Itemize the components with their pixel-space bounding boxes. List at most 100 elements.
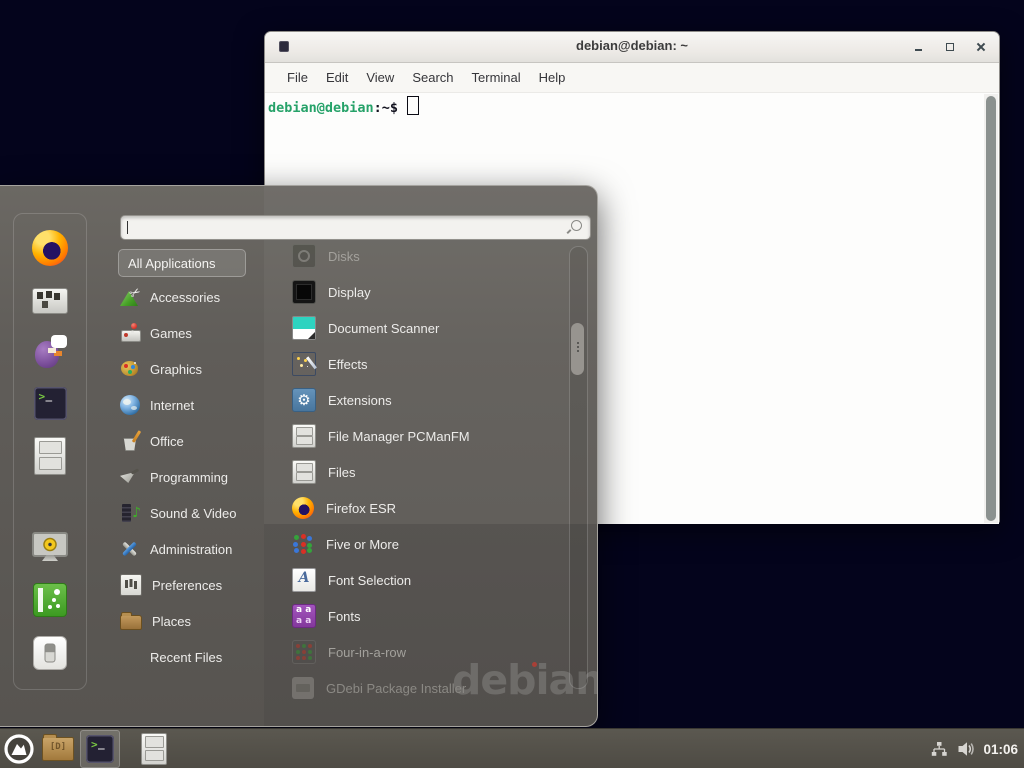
file-manager-window-button[interactable]: [134, 730, 174, 768]
taskbar: 01:06: [0, 728, 1024, 768]
shell-prompt: debian@debian:~$: [268, 96, 419, 116]
app-five-or-more[interactable]: Five or More: [282, 526, 568, 562]
power-off-icon: [33, 636, 67, 670]
category-places[interactable]: Places: [114, 603, 274, 639]
games-icon: [120, 323, 140, 343]
administration-icon: [120, 539, 140, 559]
firefox-icon: [292, 497, 314, 519]
category-office[interactable]: Office: [114, 423, 274, 459]
category-all-applications[interactable]: All Applications: [118, 249, 246, 277]
category-graphics[interactable]: Graphics: [114, 351, 274, 387]
extensions-icon: [292, 388, 316, 412]
five-or-more-icon: [292, 533, 314, 555]
category-games[interactable]: Games: [114, 315, 274, 351]
graphics-icon: [120, 359, 140, 379]
text-caret: [127, 221, 128, 234]
terminal-icon: [86, 735, 114, 763]
menu-search[interactable]: Search: [403, 70, 462, 85]
app-disks[interactable]: Disks: [282, 238, 568, 274]
file-cabinet-icon: [292, 424, 316, 448]
category-label: All Applications: [128, 256, 215, 271]
minimize-icon[interactable]: [913, 41, 925, 53]
app-display[interactable]: Display: [282, 274, 568, 310]
preferences-icon: [120, 574, 142, 596]
search-icon: [571, 220, 582, 231]
terminal-scrollbar-thumb[interactable]: [986, 96, 996, 521]
gdebi-icon: [292, 677, 314, 699]
places-icon: [120, 615, 142, 630]
menu-help[interactable]: Help: [530, 70, 575, 85]
pidgin-icon: [33, 333, 67, 369]
app-extensions[interactable]: Extensions: [282, 382, 568, 418]
programming-icon: [120, 467, 140, 487]
favorite-firefox[interactable]: [14, 230, 86, 266]
app-gdebi-package-installer[interactable]: GDebi Package Installer: [282, 670, 568, 706]
app-fonts[interactable]: Fonts: [282, 598, 568, 634]
volume-icon[interactable]: [956, 739, 976, 759]
terminal-window-button[interactable]: [80, 730, 120, 768]
sound-video-icon: [120, 503, 140, 523]
application-list: Disks Display Document Scanner Effects E…: [282, 238, 568, 706]
category-internet[interactable]: Internet: [114, 387, 274, 423]
terminal-window-title: debian@debian: ~: [265, 38, 999, 53]
favorite-menu-editor[interactable]: [14, 288, 86, 314]
category-list: Accessories Games Graphics Internet Offi…: [114, 279, 274, 675]
category-preferences[interactable]: Preferences: [114, 567, 274, 603]
folder-icon: [42, 737, 74, 761]
folder-launcher[interactable]: [38, 730, 78, 768]
maximize-icon[interactable]: [944, 41, 956, 53]
file-cabinet-icon: [292, 460, 316, 484]
favorites-column: [13, 213, 87, 690]
menu-file[interactable]: File: [278, 70, 317, 85]
menu-scrollbar[interactable]: [569, 246, 588, 689]
menu-terminal[interactable]: Terminal: [463, 70, 530, 85]
log-out-icon: [33, 583, 67, 617]
app-effects[interactable]: Effects: [282, 346, 568, 382]
menu-view[interactable]: View: [357, 70, 403, 85]
menu-edit[interactable]: Edit: [317, 70, 357, 85]
search-input[interactable]: [120, 215, 591, 240]
app-document-scanner[interactable]: Document Scanner: [282, 310, 568, 346]
menu-editor-icon: [32, 288, 68, 314]
favorite-file-manager[interactable]: [14, 437, 86, 475]
firefox-icon: [32, 230, 68, 266]
app-file-manager-pcmanfm[interactable]: File Manager PCManFM: [282, 418, 568, 454]
category-accessories[interactable]: Accessories: [114, 279, 274, 315]
window-controls: [913, 32, 987, 62]
system-tray: 01:06: [929, 729, 1018, 769]
terminal-scrollbar[interactable]: [984, 94, 998, 523]
document-scanner-icon: [292, 316, 316, 340]
lock-screen-icon: [32, 532, 68, 561]
close-icon[interactable]: [975, 41, 987, 53]
four-in-a-row-icon: [292, 640, 316, 664]
menu-button[interactable]: [0, 730, 38, 768]
office-icon: [120, 431, 140, 451]
favorite-terminal[interactable]: [14, 387, 86, 420]
prompt-user-host: debian@debian: [268, 100, 374, 116]
category-sound-video[interactable]: Sound & Video: [114, 495, 274, 531]
log-out-button[interactable]: [14, 583, 86, 617]
taskbar-launchers: [0, 729, 174, 769]
app-files[interactable]: Files: [282, 454, 568, 490]
favorite-pidgin[interactable]: [14, 333, 86, 369]
power-off-button[interactable]: [14, 636, 86, 670]
app-font-selection[interactable]: Font Selection: [282, 562, 568, 598]
app-firefox-esr[interactable]: Firefox ESR: [282, 490, 568, 526]
lock-screen-button[interactable]: [14, 532, 86, 561]
accessories-icon: [120, 287, 140, 307]
terminal-cursor: [407, 96, 419, 115]
menu-scrollbar-thumb[interactable]: [571, 323, 584, 375]
desktop-wallpaper: debian@debian: ~ File Edit View Search T…: [0, 0, 1024, 768]
clock[interactable]: 01:06: [983, 742, 1018, 757]
terminal-titlebar[interactable]: debian@debian: ~: [265, 32, 999, 63]
effects-icon: [292, 352, 316, 376]
network-icon[interactable]: [929, 739, 949, 759]
fonts-icon: [292, 604, 316, 628]
font-selection-icon: [292, 568, 316, 592]
applications-menu: debian: [0, 185, 598, 727]
app-four-in-a-row[interactable]: Four-in-a-row: [282, 634, 568, 670]
category-programming[interactable]: Programming: [114, 459, 274, 495]
category-administration[interactable]: Administration: [114, 531, 274, 567]
category-recent-files[interactable]: Recent Files: [114, 639, 274, 675]
terminal-icon: [34, 387, 67, 420]
